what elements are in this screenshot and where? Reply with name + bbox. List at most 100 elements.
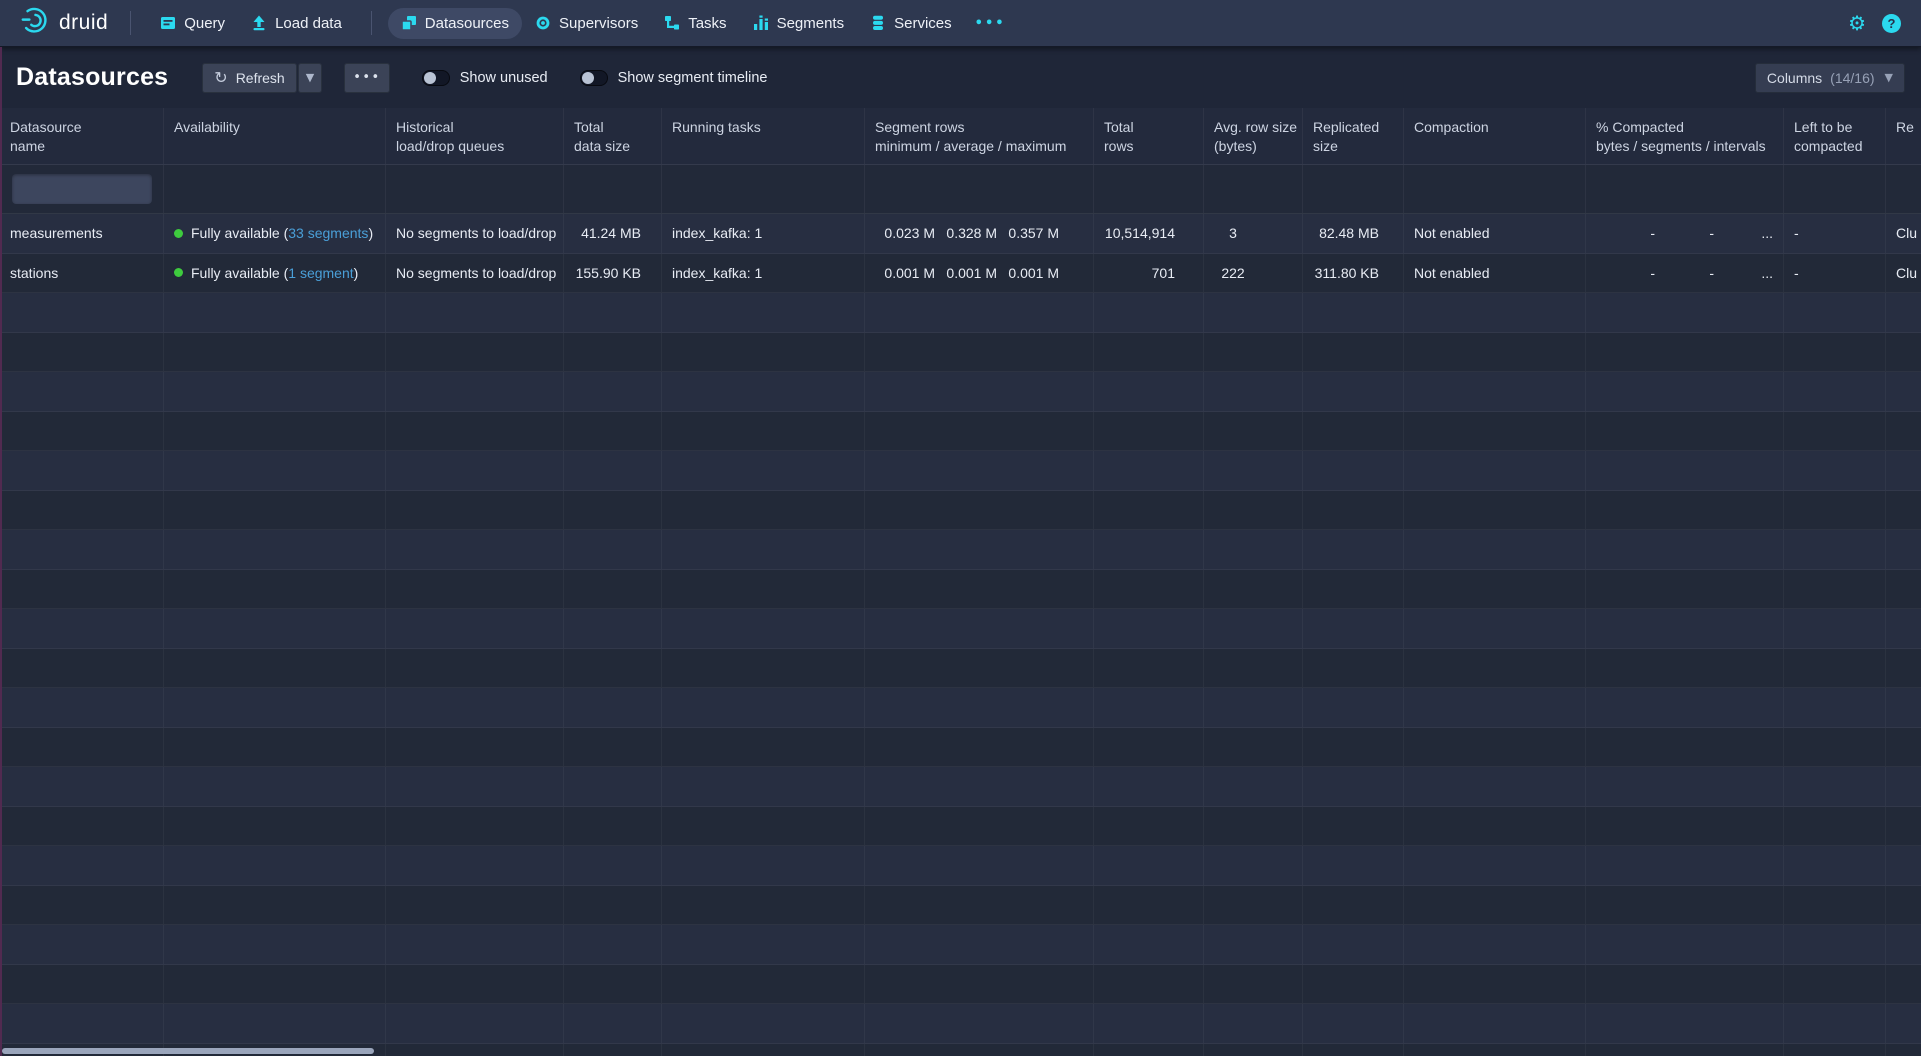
empty-cell: [662, 1004, 865, 1043]
empty-cell: [564, 846, 662, 885]
empty-cell: [1784, 807, 1886, 846]
nav-item-load-data[interactable]: Load data: [238, 8, 355, 39]
empty-cell: [1586, 333, 1784, 372]
nav-item-services[interactable]: Services: [857, 8, 965, 39]
empty-cell: [865, 372, 1094, 411]
window-left-edge: [0, 47, 2, 1056]
empty-cell: [1886, 728, 1921, 767]
druid-logo-icon: [20, 6, 50, 41]
empty-cell: [1404, 333, 1586, 372]
empty-cell: [1204, 530, 1303, 569]
show-unused-toggle[interactable]: Show unused: [422, 70, 548, 86]
cell-avg-row-size: 3: [1204, 214, 1303, 253]
header-compaction[interactable]: Compaction: [1404, 108, 1586, 164]
horizontal-scrollbar-thumb[interactable]: [2, 1048, 374, 1054]
empty-cell: [865, 965, 1094, 1004]
header-running-tasks[interactable]: Running tasks: [662, 108, 865, 164]
empty-cell: [1784, 1004, 1886, 1043]
nav-item-tasks[interactable]: Tasks: [651, 8, 739, 39]
segments-link[interactable]: 33 segments: [288, 225, 368, 241]
empty-cell: [1886, 649, 1921, 688]
header-segment-rows[interactable]: Segment rowsminimum / average / maximum: [865, 108, 1094, 164]
empty-cell: [386, 688, 564, 727]
header-datasource-name[interactable]: Datasourcename: [0, 108, 164, 164]
empty-cell: [1204, 333, 1303, 372]
empty-cell: [1586, 451, 1784, 490]
more-actions-button[interactable]: •••: [344, 63, 390, 93]
empty-cell: [1094, 767, 1204, 806]
help-icon[interactable]: ?: [1882, 14, 1901, 33]
empty-cell: [0, 412, 164, 451]
nav-more-button[interactable]: •••: [965, 9, 1016, 38]
datasources-table: Datasourcename Availability Historicallo…: [0, 108, 1921, 1056]
empty-cell: [865, 925, 1094, 964]
table-row-stations[interactable]: stations Fully available (1 segment) No …: [0, 254, 1921, 294]
header-replicated-size[interactable]: Replicatedsize: [1303, 108, 1404, 164]
toggle-label: Show segment timeline: [618, 70, 768, 86]
empty-cell: [1404, 293, 1586, 332]
cell-pct-compacted: - - ...: [1586, 254, 1784, 293]
empty-cell: [1094, 886, 1204, 925]
empty-cell: [1586, 649, 1784, 688]
empty-cell: [164, 333, 386, 372]
header-avg-row-size[interactable]: Avg. row size(bytes): [1204, 108, 1303, 164]
cell-datasource-name: measurements: [0, 214, 164, 253]
empty-cell: [662, 333, 865, 372]
empty-table-row: [0, 846, 1921, 886]
segments-link[interactable]: 1 segment: [288, 265, 353, 281]
nav-item-label: Segments: [777, 15, 845, 32]
empty-cell: [164, 451, 386, 490]
empty-cell: [1303, 965, 1404, 1004]
settings-gear-icon[interactable]: ⚙: [1848, 13, 1866, 33]
empty-cell: [1204, 451, 1303, 490]
empty-cell: [1586, 728, 1784, 767]
empty-table-row: [0, 530, 1921, 570]
table-row-measurements[interactable]: measurements Fully available (33 segment…: [0, 214, 1921, 254]
empty-cell: [164, 530, 386, 569]
empty-cell: [386, 609, 564, 648]
empty-cell: [1094, 965, 1204, 1004]
nav-item-query[interactable]: Query: [147, 8, 238, 39]
header-historical-queues[interactable]: Historicalload/drop queues: [386, 108, 564, 164]
refresh-interval-dropdown-button[interactable]: ▼: [298, 63, 322, 93]
header-pct-compacted[interactable]: % Compactedbytes / segments / intervals: [1586, 108, 1784, 164]
empty-cell: [1094, 412, 1204, 451]
header-total-rows[interactable]: Totalrows: [1094, 108, 1204, 164]
nav-item-supervisors[interactable]: Supervisors: [522, 8, 651, 39]
empty-table-row: [0, 451, 1921, 491]
druid-logo[interactable]: druid: [14, 6, 114, 41]
datasources-icon: [401, 15, 417, 31]
datasource-name-filter-input[interactable]: [12, 174, 152, 204]
header-availability[interactable]: Availability: [164, 108, 386, 164]
columns-button-label: Columns: [1767, 70, 1822, 86]
columns-picker-button[interactable]: Columns (14/16) ▼: [1755, 63, 1905, 93]
empty-cell: [164, 846, 386, 885]
empty-cell: [0, 767, 164, 806]
empty-cell: [386, 372, 564, 411]
empty-cell: [386, 767, 564, 806]
empty-cell: [386, 333, 564, 372]
nav-divider: [130, 11, 131, 35]
nav-item-segments[interactable]: Segments: [740, 8, 858, 39]
empty-table-row: [0, 886, 1921, 926]
empty-cell: [662, 886, 865, 925]
empty-cell: [1303, 767, 1404, 806]
empty-cell: [0, 333, 164, 372]
header-total-data-size[interactable]: Totaldata size: [564, 108, 662, 164]
nav-item-datasources[interactable]: Datasources: [388, 8, 522, 39]
header-left-to-be-compacted[interactable]: Left to becompacted: [1784, 108, 1886, 164]
refresh-button[interactable]: ↻ Refresh: [202, 63, 296, 93]
empty-cell: [865, 886, 1094, 925]
empty-cell: [1886, 807, 1921, 846]
empty-cell: [1586, 293, 1784, 332]
empty-cell: [1886, 767, 1921, 806]
cell-datasource-name: stations: [0, 254, 164, 293]
empty-cell: [865, 846, 1094, 885]
show-segment-timeline-toggle[interactable]: Show segment timeline: [580, 70, 768, 86]
empty-cell: [1204, 649, 1303, 688]
empty-cell: [1094, 609, 1204, 648]
nav-item-label: Load data: [275, 15, 342, 32]
empty-cell: [164, 372, 386, 411]
empty-cell: [164, 728, 386, 767]
header-retention[interactable]: Re: [1886, 108, 1921, 164]
